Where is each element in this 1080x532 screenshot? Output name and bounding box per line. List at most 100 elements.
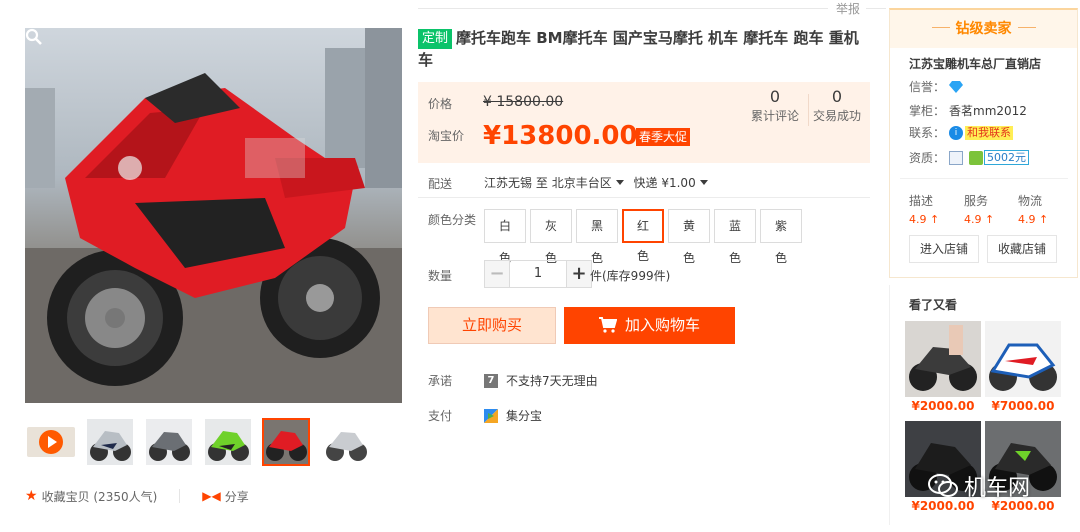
- sales-count: 0 交易成功: [812, 88, 862, 124]
- share-link[interactable]: 分享: [225, 488, 249, 505]
- deposit-icon: [969, 150, 984, 165]
- color-option-red-selected[interactable]: 红色: [622, 209, 664, 263]
- manager-name[interactable]: 香茗mm2012: [949, 102, 1027, 119]
- thumbnail-1[interactable]: [86, 418, 134, 466]
- share-icon: ▶◀: [202, 489, 221, 503]
- cart-icon: [598, 317, 617, 333]
- ship-method-selector[interactable]: 快递 ¥1.00: [634, 176, 696, 190]
- stat-divider: [808, 94, 809, 126]
- top-divider: [418, 8, 828, 9]
- seller-level-header: 钻级卖家: [890, 10, 1077, 48]
- recommendation-item-1[interactable]: ¥2000.00: [905, 321, 981, 413]
- contact-label: 联系：: [909, 126, 946, 140]
- color-option-purple[interactable]: 紫色: [760, 209, 802, 265]
- color-option-white[interactable]: 白色: [484, 209, 526, 265]
- contact-row: 联系： i 和我联系: [909, 124, 1014, 141]
- favorite-shop-button[interactable]: 收藏店铺: [987, 235, 1057, 263]
- thumbnail-4-selected[interactable]: [262, 418, 310, 466]
- zoom-icon[interactable]: [25, 28, 43, 46]
- sale-price: ¥13800.00: [483, 121, 638, 151]
- recommendation-price: ¥2000.00: [911, 399, 975, 413]
- review-count-label: 累计评论: [750, 109, 799, 123]
- color-option-black[interactable]: 黑色: [576, 209, 618, 265]
- shipping-label: 配送: [428, 177, 453, 191]
- main-product-image[interactable]: [25, 28, 402, 403]
- thumbnail-3[interactable]: [204, 418, 252, 466]
- score-description: 描述 4.9 ↑: [909, 192, 939, 226]
- credit-row: 信誉：: [909, 78, 964, 95]
- chevron-down-icon[interactable]: [699, 180, 708, 185]
- promo-badge: 春季大促: [636, 128, 691, 146]
- recommendation-image: [985, 321, 1061, 397]
- id-card-icon[interactable]: [949, 150, 964, 165]
- also-viewed-title: 看了又看: [909, 298, 958, 312]
- ship-from: 江苏无锡: [484, 176, 533, 190]
- taobao-price-label: 淘宝价: [428, 129, 465, 143]
- product-title-text: 摩托车跑车 BM摩托车 国产宝马摩托 机车 摩托车 跑车 重机车: [418, 29, 859, 69]
- report-link[interactable]: 举报: [836, 0, 860, 17]
- review-count-number: 0: [769, 87, 781, 106]
- color-option-blue[interactable]: 蓝色: [714, 209, 756, 265]
- promise-label: 承诺: [428, 374, 453, 388]
- score-label: 服务: [964, 194, 989, 208]
- thumbnail-strip: [25, 418, 405, 468]
- add-to-cart-label: 加入购物车: [624, 316, 700, 334]
- quantity-input[interactable]: 1: [510, 260, 566, 288]
- product-title: 定制 摩托车跑车 BM摩托车 国产宝马摩托 机车 摩托车 跑车 重机车: [418, 27, 868, 71]
- score-value: 4.9 ↑: [1018, 213, 1049, 226]
- top-divider-right: [866, 8, 886, 9]
- quantity-label: 数量: [428, 269, 453, 283]
- ship-to-word: 至: [535, 176, 548, 190]
- score-label: 描述: [909, 194, 934, 208]
- recommendation-item-2[interactable]: ¥7000.00: [985, 321, 1061, 413]
- divider: [418, 197, 870, 198]
- manager-row: 掌柜： 香茗mm2012: [909, 102, 1027, 119]
- score-logistics: 物流 4.9 ↑: [1018, 192, 1048, 226]
- credit-label: 信誉：: [909, 80, 946, 94]
- sales-count-label: 交易成功: [812, 109, 861, 123]
- score-value: 4.9 ↑: [964, 213, 995, 226]
- watermark-text: 机车网: [964, 476, 1031, 501]
- ship-to-selector[interactable]: 北京丰台区: [552, 176, 612, 190]
- quantity-stepper: − 1 +: [484, 260, 592, 288]
- divider: [1017, 27, 1036, 28]
- score-label: 物流: [1018, 194, 1043, 208]
- qualification-row: 资质： 5002元: [909, 149, 1030, 166]
- quantity-minus-button[interactable]: −: [484, 260, 510, 288]
- seven-day-icon: 7: [484, 373, 498, 388]
- quantity-plus-button[interactable]: +: [566, 260, 592, 288]
- recommendation-image: [905, 321, 981, 397]
- thumbnail-2[interactable]: [145, 418, 193, 466]
- buy-now-button[interactable]: 立即购买: [428, 307, 556, 344]
- score-value: 4.9 ↑: [909, 213, 940, 226]
- color-option-grey[interactable]: 灰色: [530, 209, 572, 265]
- payment-info: 集分宝: [484, 407, 542, 424]
- custom-tag: 定制: [418, 29, 453, 49]
- divider: [900, 178, 1068, 179]
- shop-name-link[interactable]: 江苏宝雕机车总厂直销店: [909, 55, 1041, 72]
- chevron-down-icon[interactable]: [615, 180, 624, 185]
- favorite-share-row: ★ 收藏宝贝 (2350人气) ▶◀ 分享: [25, 487, 249, 505]
- thumbnail-5[interactable]: [322, 418, 370, 466]
- recommendation-price: ¥7000.00: [991, 399, 1055, 413]
- add-to-cart-button[interactable]: 加入购物车: [564, 307, 735, 344]
- seller-level: 钻级卖家: [955, 21, 1012, 37]
- sales-count-number: 0: [831, 87, 843, 106]
- payment-text: 集分宝: [506, 409, 543, 423]
- diamond-icon: [949, 80, 964, 93]
- price-panel: 价格 ¥ 15800.00 淘宝价 ¥13800.00 春季大促 0 累计评论 …: [418, 82, 870, 163]
- shipping-info: 江苏无锡 至 北京丰台区 快递 ¥1.00: [484, 174, 714, 191]
- stock-info: 件(库存999件): [590, 269, 671, 283]
- manager-label: 掌柜：: [909, 104, 946, 118]
- wangwang-icon[interactable]: i: [949, 125, 964, 140]
- wechat-icon: [928, 474, 958, 497]
- promise-info: 7 不支持7天无理由: [484, 372, 598, 389]
- color-option-yellow[interactable]: 黄色: [668, 209, 710, 265]
- deposit-amount[interactable]: 5002元: [984, 150, 1030, 165]
- favorite-item-link[interactable]: 收藏宝贝 (2350人气): [42, 488, 158, 505]
- enter-shop-button[interactable]: 进入店铺: [909, 235, 979, 263]
- contact-me-button[interactable]: 和我联系: [965, 125, 1014, 140]
- original-price: ¥ 15800.00: [483, 94, 564, 110]
- review-count[interactable]: 0 累计评论: [750, 88, 800, 124]
- jifenbao-icon: [484, 408, 498, 423]
